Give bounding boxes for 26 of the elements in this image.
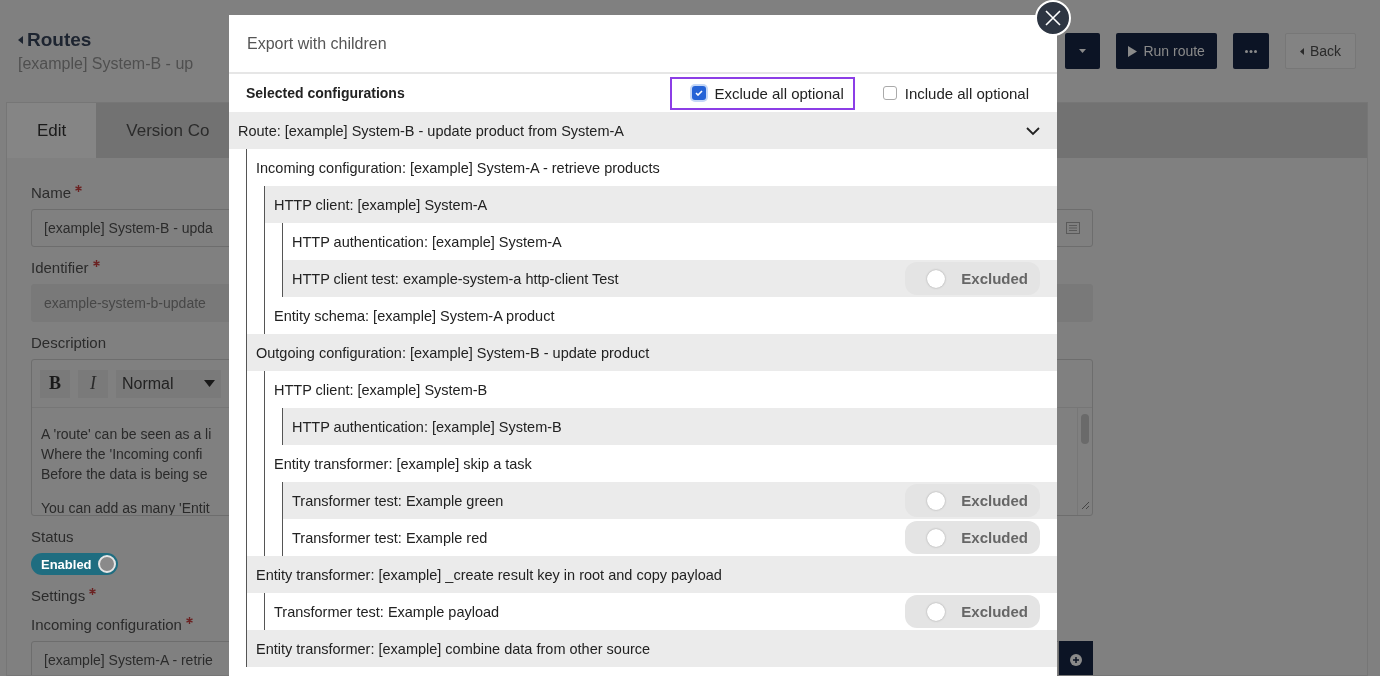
tree-item-label: Entity schema: [example] System-A product	[274, 307, 556, 324]
description-text: You can add as many 'Entit	[41, 499, 210, 515]
field-label: Settings	[31, 587, 86, 604]
tree-item-label: HTTP client: [example] System-A	[274, 196, 489, 213]
description-text: Where the 'Incoming confi	[41, 445, 203, 464]
tree-item-label: Incoming configuration: [example] System-A - retrieve products	[256, 159, 661, 176]
field-label: Description	[31, 334, 107, 351]
tree-item-label: Route: [example] System-B - update product from System-A	[238, 122, 625, 139]
tree-item-label: Transformer test: Example green	[292, 492, 505, 509]
tree-item-label: Outgoing configuration: [example] System-B - update product	[256, 344, 651, 361]
tree-item-label: Entity transformer: [example] _create result key in root and copy payload	[256, 566, 723, 583]
tree-item-label: HTTP client: [example] System-B	[274, 381, 489, 398]
field-label: Identifier	[31, 259, 89, 276]
field-label: Name	[31, 184, 71, 201]
tree-item-label: HTTP authentication: [example] System-A	[292, 233, 563, 250]
field-label: Status	[31, 528, 74, 545]
field-label: Incoming configuration	[31, 616, 182, 633]
tree-item-label: Entity transformer: [example] skip a task	[274, 455, 533, 472]
description-text: Before the data is being se	[41, 465, 208, 484]
tree-item-label: Transformer test: Example payload	[274, 603, 501, 620]
section-title: Selected configurations	[246, 85, 406, 101]
tree-item-label: HTTP authentication: [example] System-B	[292, 418, 563, 435]
tree-item-label: HTTP client test: example-system-a http-client Test	[292, 270, 620, 287]
tree-item-label: Transformer test: Example red	[292, 529, 489, 546]
description-text: A 'route' can be seen as a li	[41, 425, 212, 444]
tree-item-label: Entity transformer: [example] combine data from other source	[256, 640, 652, 657]
